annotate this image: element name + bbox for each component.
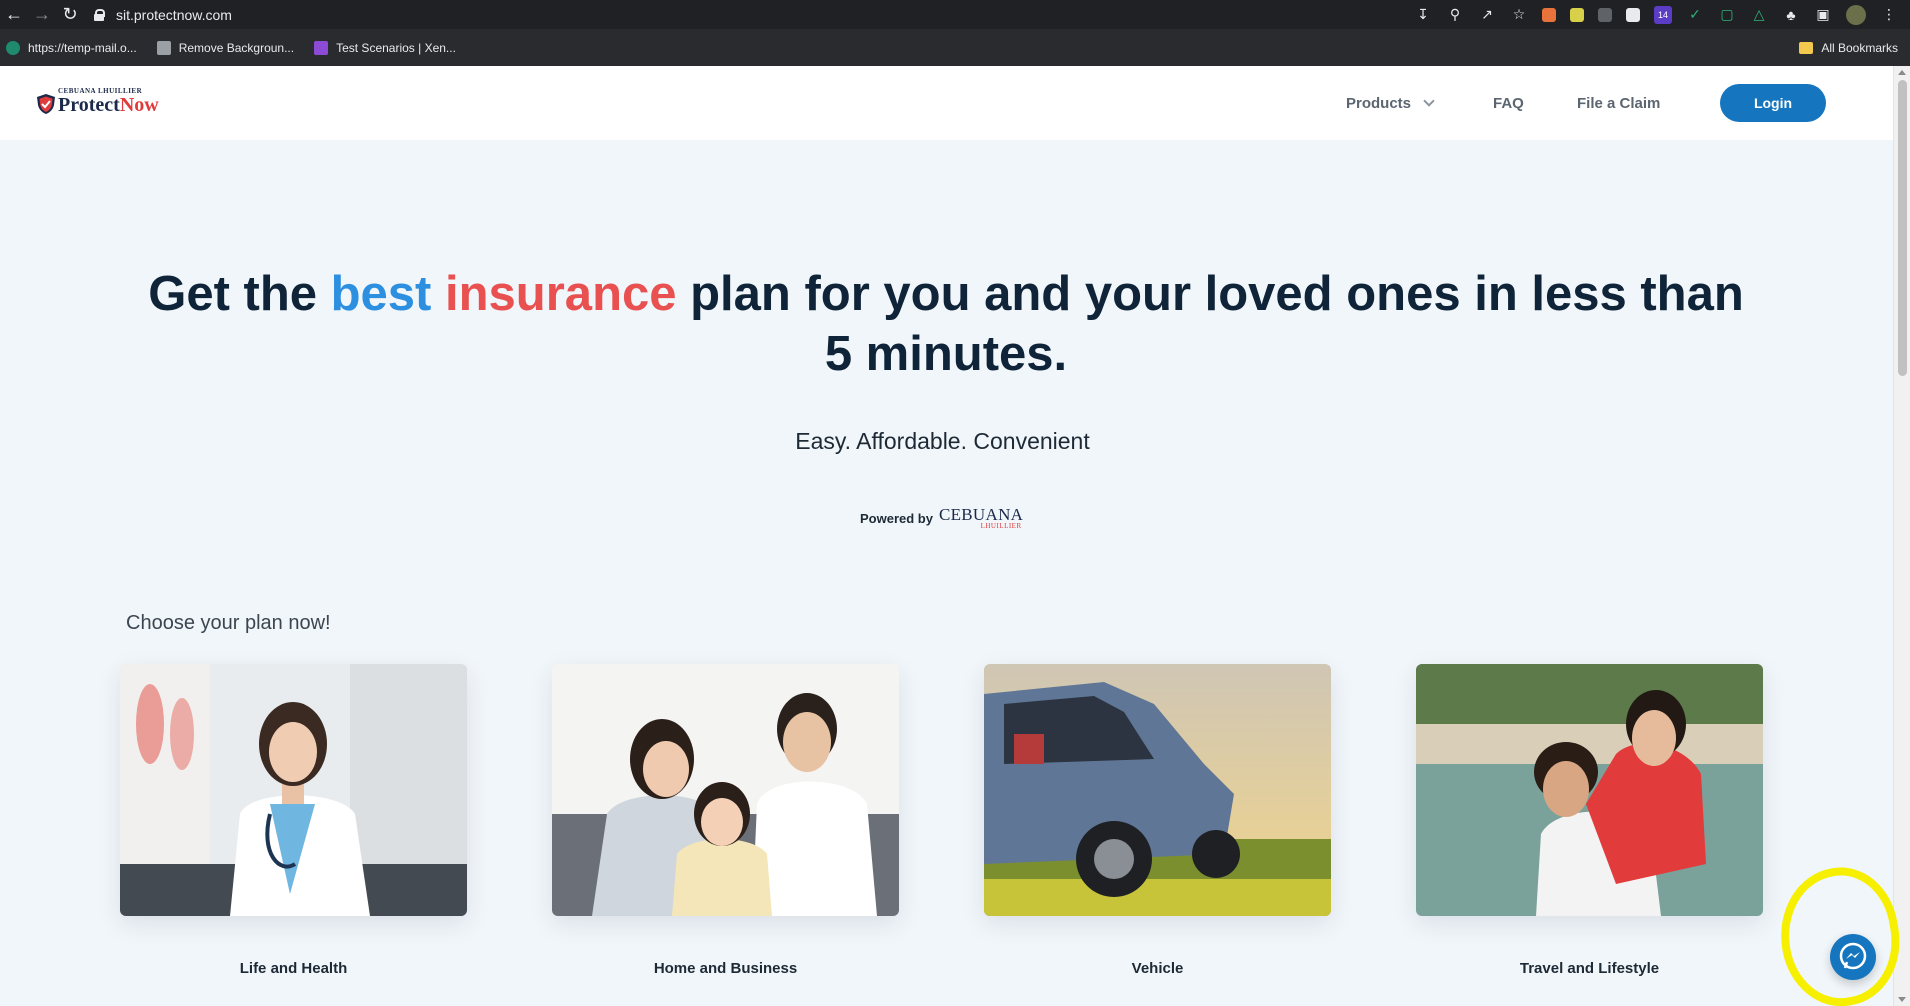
plans-heading: Choose your plan now! — [126, 612, 331, 634]
plan-label-travel-lifestyle[interactable]: Travel and Lifestyle — [1416, 960, 1763, 977]
hero-title-pre: Get the — [148, 267, 331, 321]
nav-faq[interactable]: FAQ — [1493, 66, 1524, 140]
page-content: CEBUANA LHUILLIER ProtectNow Products FA… — [0, 66, 1893, 1006]
sidepanel-icon[interactable]: ▣ — [1814, 6, 1832, 24]
hero-title-highlight-red: insurance — [445, 267, 677, 321]
extension-icon[interactable] — [1570, 7, 1584, 22]
logo-part2: Now — [119, 94, 159, 116]
nav-products[interactable]: Products — [1346, 66, 1435, 140]
hero-title-post: plan for you and your loved ones in less… — [676, 267, 1744, 381]
powered-by: Powered by CEBUANA LHUILLIER — [860, 506, 1023, 530]
back-icon[interactable]: ← — [0, 0, 28, 29]
scrollbar-thumb[interactable] — [1898, 80, 1907, 376]
life-health-image[interactable] — [120, 664, 467, 916]
bookmark-label: https://temp-mail.o... — [28, 40, 137, 55]
cebuana-sub: LHUILLIER — [980, 522, 1022, 530]
cebuana-logo: CEBUANA LHUILLIER — [939, 506, 1023, 530]
nav-faq-label: FAQ — [1493, 94, 1524, 112]
folder-icon — [1799, 41, 1814, 54]
chevron-down-icon — [1423, 94, 1435, 107]
extension-icon[interactable] — [1542, 7, 1556, 22]
powered-by-label: Powered by — [860, 510, 933, 526]
triangle-extension-icon[interactable]: △ — [1750, 6, 1768, 24]
plan-card-vehicle[interactable] — [984, 664, 1331, 916]
logo-main-text: ProtectNow — [58, 95, 159, 115]
scroll-down-icon[interactable] — [1898, 997, 1906, 1002]
zoom-icon[interactable]: ⚲ — [1446, 6, 1464, 24]
bookmark-item[interactable]: https://temp-mail.o... — [6, 40, 137, 55]
hero-tagline: Easy. Affordable. Convenient — [795, 428, 1090, 454]
site-header: CEBUANA LHUILLIER ProtectNow Products FA… — [0, 66, 1893, 140]
plan-label-home-business[interactable]: Home and Business — [552, 960, 899, 977]
extension-icon[interactable] — [1598, 7, 1612, 22]
hero-title: Get the best insurance plan for you and … — [140, 264, 1752, 384]
messenger-chat-button[interactable] — [1830, 934, 1876, 980]
site-logo[interactable]: CEBUANA LHUILLIER ProtectNow — [36, 88, 159, 115]
shield-icon — [36, 93, 56, 115]
forward-icon[interactable]: → — [28, 0, 56, 29]
nav-products-label: Products — [1346, 94, 1412, 112]
menu-icon[interactable]: ⋮ — [1880, 6, 1898, 24]
bookmark-item[interactable]: Test Scenarios | Xen... — [314, 40, 456, 55]
plan-card-life-health[interactable] — [120, 664, 467, 916]
plan-label-life-health[interactable]: Life and Health — [120, 960, 467, 977]
bookmark-label: Test Scenarios | Xen... — [336, 40, 456, 55]
extension-icon[interactable] — [1626, 7, 1640, 22]
extension-badge-icon[interactable]: 14 — [1654, 5, 1672, 24]
bookmark-favicon-icon — [6, 40, 20, 55]
share-icon[interactable]: ↗ — [1478, 6, 1496, 24]
messenger-icon — [1839, 942, 1867, 970]
logo-part1: Protect — [58, 94, 120, 116]
home-business-image[interactable] — [552, 664, 899, 916]
address-bar[interactable]: sit.protectnow.com — [94, 0, 232, 29]
all-bookmarks-label: All Bookmarks — [1821, 40, 1898, 55]
bookmark-item[interactable]: Remove Backgroun... — [156, 40, 295, 55]
browser-actions: ↧ ⚲ ↗ ☆ 14 ✓ ▢ △ ♣ ▣ ⋮ — [1414, 0, 1898, 29]
page-scrollbar[interactable] — [1893, 66, 1910, 1006]
travel-lifestyle-image[interactable] — [1416, 664, 1763, 916]
install-icon[interactable]: ↧ — [1414, 6, 1432, 24]
all-bookmarks[interactable]: All Bookmarks — [1799, 29, 1898, 66]
puzzle-icon[interactable]: ♣ — [1782, 6, 1800, 24]
nav-file-claim-label: File a Claim — [1577, 94, 1661, 112]
url-text[interactable]: sit.protectnow.com — [116, 7, 232, 23]
browser-toolbar: ← → ↻ sit.protectnow.com ↧ ⚲ ↗ ☆ 14 ✓ ▢ … — [0, 0, 1910, 29]
hero-title-highlight-blue: best — [330, 267, 432, 321]
check-extension-icon[interactable]: ✓ — [1686, 6, 1704, 24]
plan-card-home-business[interactable] — [552, 664, 899, 916]
bookmark-favicon-icon — [156, 40, 171, 55]
bookmark-label: Remove Backgroun... — [178, 40, 295, 55]
scroll-up-icon[interactable] — [1898, 70, 1906, 75]
nav-file-claim[interactable]: File a Claim — [1577, 66, 1660, 140]
bookmark-favicon-icon — [314, 40, 329, 55]
lock-icon — [94, 8, 105, 21]
dashed-extension-icon[interactable]: ▢ — [1718, 6, 1736, 24]
plan-card-travel-lifestyle[interactable] — [1416, 664, 1763, 916]
profile-avatar[interactable] — [1846, 4, 1866, 25]
cebuana-brand: CEBUANA — [938, 505, 1024, 524]
hero-title-space — [431, 267, 445, 321]
star-icon[interactable]: ☆ — [1510, 6, 1528, 24]
reload-icon[interactable]: ↻ — [56, 0, 84, 29]
vehicle-image[interactable] — [984, 664, 1331, 916]
bookmarks-bar: https://temp-mail.o... Remove Backgroun.… — [0, 29, 1910, 66]
plan-label-vehicle[interactable]: Vehicle — [984, 960, 1331, 977]
login-button[interactable]: Login — [1720, 84, 1826, 122]
